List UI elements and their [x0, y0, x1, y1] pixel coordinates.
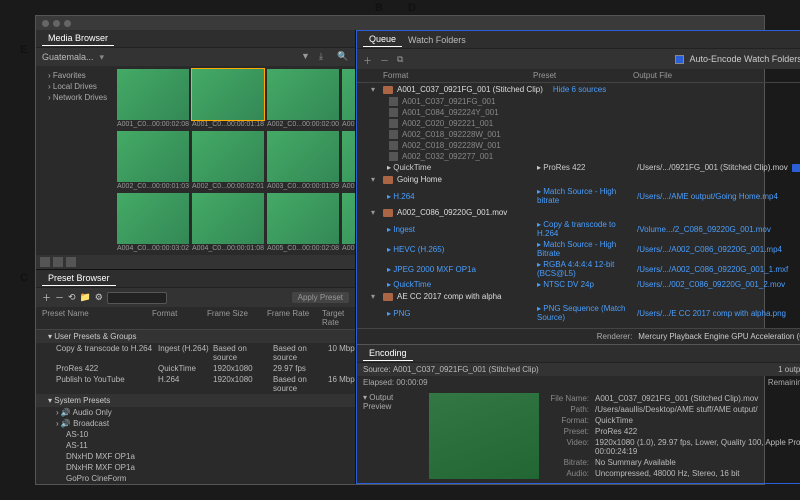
renderer-bar[interactable]: Renderer: Mercury Playback Engine GPU Ac… — [357, 328, 800, 344]
elapsed-time: 00:00:09 — [396, 378, 427, 387]
clip-thumbnail[interactable]: A001_C0...00:00:02:08 — [117, 69, 189, 128]
clip-thumbnail[interactable]: A002_C0...00:00:02:01 — [192, 131, 264, 190]
toggle-sources-link[interactable]: Hide 6 sources — [553, 85, 606, 94]
remove-source-icon[interactable]: － — [380, 54, 391, 65]
queue-source: A002_C020_092221_001 — [357, 118, 800, 129]
preset-row[interactable]: DNxHR MXF OP1a — [36, 462, 355, 473]
tree-local[interactable]: › Local Drives — [40, 81, 110, 92]
queue-output-row[interactable]: ▸ QuickTime▸ ProRes 422/Users/.../0921FG… — [357, 162, 800, 173]
window-close-icon[interactable] — [42, 20, 49, 27]
callout-C: C — [20, 272, 28, 284]
queue-source: A002_C018_092228W_001 — [357, 140, 800, 151]
sync-preset-icon[interactable]: ⟲ — [68, 292, 76, 303]
clip-thumbnail[interactable]: A003_C0...00:00:02:04 — [342, 131, 355, 190]
thumbnail-grid: A001_C0...00:00:02:08A001_C0...00:00:01:… — [114, 66, 355, 255]
encoding-panel: Encoding Source: A001_C037_0921FG_001 (S… — [357, 344, 800, 483]
window-max-icon[interactable] — [64, 20, 71, 27]
media-browser-panel: Media Browser Guatemala... ▾ ▼ ⤓ 🔍 › Fav… — [36, 30, 355, 270]
queue-output-row[interactable]: ▸ QuickTime▸ NTSC DV 24p/Users/.../002_C… — [357, 279, 800, 290]
preset-row[interactable]: DNxHD MXF OP1a — [36, 451, 355, 462]
preset-row[interactable]: AS-11 — [36, 440, 355, 451]
location-dropdown[interactable]: Guatemala... — [42, 52, 94, 62]
apply-preset-button[interactable]: Apply Preset — [292, 292, 349, 303]
clip-thumbnail[interactable]: A001_C0...00:00:01:18 — [192, 69, 264, 128]
preset-row[interactable]: AS-10 — [36, 429, 355, 440]
queue-tab[interactable]: Queue — [363, 32, 402, 47]
progress-bar — [792, 164, 800, 172]
queue-source: A002_C032_092277_001 — [357, 151, 800, 162]
add-source-icon[interactable]: ＋ — [363, 54, 374, 65]
filter-icon[interactable]: ▼ — [301, 51, 313, 63]
clip-thumbnail[interactable]: A002_C0...00:00:02:08 — [342, 69, 355, 128]
clip-thumbnail[interactable]: A004_C0...00:00:01:08 — [192, 193, 264, 252]
callout-D: D — [408, 2, 416, 14]
clip-thumbnail[interactable]: A005_C0...00:00:13:14 — [342, 193, 355, 252]
view-grid-icon[interactable] — [40, 257, 50, 267]
queue-output-row[interactable]: ▸ JPEG 2000 MXF OP1a▸ RGBA 4:4:4:4 12-bi… — [357, 259, 800, 279]
watch-folders-tab[interactable]: Watch Folders — [402, 33, 472, 47]
callout-E: E — [20, 44, 27, 56]
media-tree[interactable]: › Favorites › Local Drives › Network Dri… — [36, 66, 114, 255]
queue-source: A001_C037_0921FG_001 — [357, 96, 800, 107]
clip-thumbnail[interactable]: A004_C0...00:00:03:02 — [117, 193, 189, 252]
encoding-source: A001_C037_0921FG_001 (Stitched Clip) — [393, 365, 539, 374]
queue-job[interactable]: ▾Going Home — [357, 173, 800, 186]
preset-subgroup[interactable]: › 🔊 Broadcast — [36, 418, 355, 429]
window-min-icon[interactable] — [53, 20, 60, 27]
queue-source: A002_C018_092228W_001 — [357, 129, 800, 140]
duplicate-icon[interactable]: ⧉ — [397, 54, 408, 65]
search-icon[interactable]: 🔍 — [337, 51, 349, 63]
ingest-icon[interactable]: ⤓ — [319, 51, 331, 63]
preset-row[interactable]: ProRes 422QuickTime1920x108029.97 fps — [36, 363, 355, 374]
encoding-tab[interactable]: Encoding — [363, 346, 413, 361]
preset-group[interactable]: ▾ System Presets — [36, 394, 355, 407]
encoding-count: 1 output encoding — [778, 365, 800, 374]
new-folder-icon[interactable]: 📁 — [80, 292, 91, 303]
zoom-slider-icon[interactable] — [66, 257, 76, 267]
clip-thumbnail[interactable]: A002_C0...00:00:01:03 — [117, 131, 189, 190]
preset-subgroup[interactable]: › 🔊 Audio Only — [36, 407, 355, 418]
queue-source: A001_C084_092224Y_001 — [357, 107, 800, 118]
view-list-icon[interactable] — [53, 257, 63, 267]
queue-output-row[interactable]: ▸ Ingest▸ Copy & transcode to H.264/Volu… — [357, 219, 800, 239]
preset-row[interactable]: Publish to YouTubeH.2641920x1080Based on… — [36, 374, 355, 394]
auto-encode-checkbox[interactable] — [675, 55, 684, 64]
add-preset-icon[interactable]: ＋ — [42, 291, 51, 304]
auto-encode-label: Auto-Encode Watch Folders — [690, 54, 800, 64]
queue-output-row[interactable]: ▸ HEVC (H.265)▸ Match Source - High Bitr… — [357, 239, 800, 259]
clip-thumbnail[interactable]: A003_C0...00:00:01:09 — [267, 131, 339, 190]
media-browser-tab[interactable]: Media Browser — [42, 31, 114, 46]
queue-job[interactable]: ▾A001_C037_0921FG_001 (Stitched Clip)Hid… — [357, 83, 800, 96]
preset-group[interactable]: ▾ User Presets & Groups — [36, 330, 355, 343]
queue-list[interactable]: ▾A001_C037_0921FG_001 (Stitched Clip)Hid… — [357, 83, 800, 328]
clip-thumbnail[interactable]: A005_C0...00:00:02:08 — [267, 193, 339, 252]
encoding-metadata: File Name:A001_C037_0921FG_001 (Stitched… — [545, 393, 800, 479]
preset-list[interactable]: ▾ User Presets & GroupsCopy & transcode … — [36, 330, 355, 484]
queue-output-row[interactable]: ▸ H.264▸ Match Source - High bitrate/Use… — [357, 186, 800, 206]
queue-columns: Format Preset Output File Status — [357, 69, 800, 83]
callout-B: B — [375, 2, 383, 14]
delete-preset-icon[interactable]: － — [55, 291, 64, 304]
preset-browser-panel: Preset Browser ＋ － ⟲ 📁 ⚙ Apply Preset Pr… — [36, 270, 355, 484]
preset-row[interactable]: GoPro CineForm — [36, 473, 355, 484]
preset-settings-icon[interactable]: ⚙ — [95, 292, 103, 303]
window-titlebar — [36, 16, 764, 30]
preset-browser-tab[interactable]: Preset Browser — [42, 271, 116, 286]
queue-job[interactable]: ▾AE CC 2017 comp with alpha — [357, 290, 800, 303]
queue-output-row[interactable]: ▸ PNG▸ PNG Sequence (Match Source)/Users… — [357, 303, 800, 323]
preset-search-input[interactable] — [107, 292, 167, 304]
preset-row[interactable]: Copy & transcode to H.264Ingest (H.264)B… — [36, 343, 355, 363]
preset-columns: Preset Name Format Frame Size Frame Rate… — [36, 307, 355, 330]
clip-thumbnail[interactable]: A002_C0...00:00:02:00 — [267, 69, 339, 128]
queue-job[interactable]: ▾A002_C086_09220G_001.mov — [357, 206, 800, 219]
tree-favorites[interactable]: › Favorites — [40, 70, 110, 81]
output-preview-thumb — [429, 393, 539, 479]
media-browser-footer — [36, 255, 355, 269]
output-preview-label: ▾ Output Preview — [363, 393, 423, 479]
app-window: Media Browser Guatemala... ▾ ▼ ⤓ 🔍 › Fav… — [35, 15, 765, 485]
tree-network[interactable]: › Network Drives — [40, 92, 110, 103]
